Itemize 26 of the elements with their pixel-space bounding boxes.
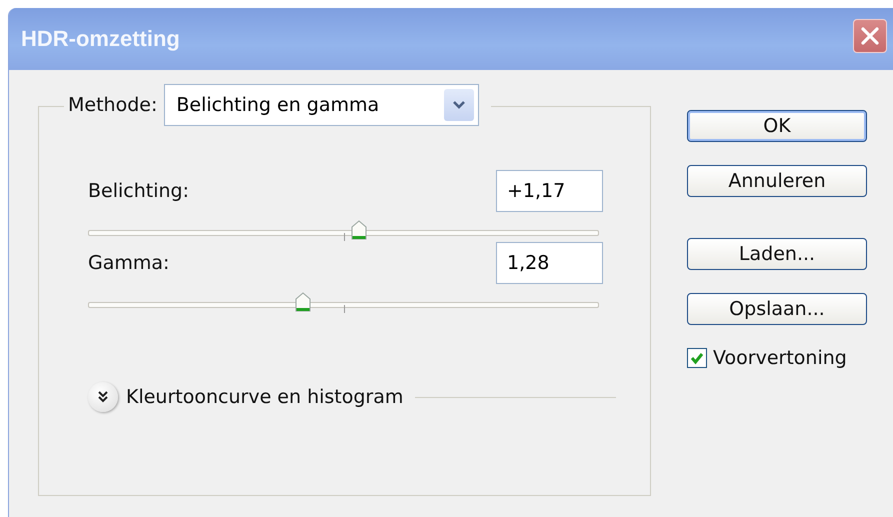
value-field[interactable]: +1,17 bbox=[496, 170, 603, 212]
method-label: Methode: bbox=[68, 94, 158, 116]
method-value: Belichting en gamma bbox=[176, 94, 380, 116]
slider[interactable] bbox=[88, 220, 599, 242]
close-button[interactable] bbox=[853, 19, 887, 53]
expand-button[interactable] bbox=[88, 382, 118, 412]
chevron-down-icon bbox=[452, 100, 466, 110]
checkbox[interactable] bbox=[687, 348, 707, 368]
close-icon bbox=[859, 25, 881, 47]
slider-label: Belichting: bbox=[88, 180, 190, 202]
dialog-button[interactable]: Annuleren bbox=[687, 165, 867, 197]
slider-label: Gamma: bbox=[88, 252, 170, 274]
slider-thumb[interactable] bbox=[294, 292, 311, 312]
dropdown-button[interactable] bbox=[444, 89, 474, 121]
window-title: HDR-omzetting bbox=[21, 26, 180, 52]
checkbox-label: Voorvertoning bbox=[713, 347, 847, 369]
dialog-button[interactable]: Opslaan... bbox=[687, 293, 867, 325]
chevron-icon bbox=[96, 390, 110, 404]
method-dropdown[interactable]: Belichting en gamma bbox=[164, 84, 480, 126]
value-field[interactable]: 1,28 bbox=[496, 242, 603, 284]
slider-thumb[interactable] bbox=[350, 220, 367, 240]
dialog-button[interactable]: OK bbox=[687, 110, 867, 142]
expander-label: Kleurtooncurve en histogram bbox=[126, 386, 404, 408]
slider[interactable] bbox=[88, 292, 599, 314]
dialog-button[interactable]: Laden... bbox=[687, 238, 867, 270]
checkmark-icon bbox=[690, 351, 704, 365]
